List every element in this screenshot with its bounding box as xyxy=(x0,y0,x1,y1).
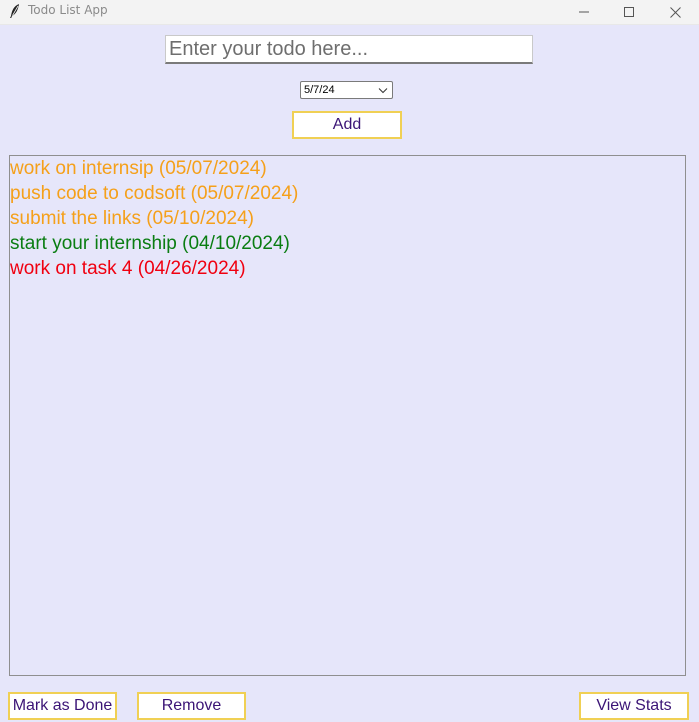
list-item[interactable]: work on task 4 (04/26/2024) xyxy=(10,256,685,281)
minimize-button[interactable] xyxy=(561,0,607,24)
window-title: Todo List App xyxy=(28,3,108,17)
remove-button[interactable]: Remove xyxy=(137,692,246,720)
mark-as-done-button[interactable]: Mark as Done xyxy=(8,692,117,720)
maximize-button[interactable] xyxy=(606,0,652,24)
chevron-down-icon xyxy=(378,88,388,94)
date-picker[interactable]: 5/7/24 xyxy=(300,81,393,99)
add-button[interactable]: Add xyxy=(292,111,402,139)
date-value: 5/7/24 xyxy=(304,84,335,96)
list-item[interactable]: work on internsip (05/07/2024) xyxy=(10,156,685,181)
title-bar: Todo List App xyxy=(0,0,699,25)
todo-items: work on internsip (05/07/2024) push code … xyxy=(10,156,685,281)
todo-input[interactable] xyxy=(165,35,533,64)
list-item[interactable]: start your internship (04/10/2024) xyxy=(10,231,685,256)
close-button[interactable] xyxy=(652,0,698,24)
list-item[interactable]: push code to codsoft (05/07/2024) xyxy=(10,181,685,206)
todo-list[interactable]: work on internsip (05/07/2024) push code … xyxy=(9,155,686,676)
view-stats-button[interactable]: View Stats xyxy=(579,692,689,720)
feather-quill-icon xyxy=(10,4,19,18)
list-item[interactable]: submit the links (05/10/2024) xyxy=(10,206,685,231)
minimize-icon xyxy=(579,11,589,13)
close-icon xyxy=(669,6,681,18)
maximize-icon xyxy=(624,7,634,17)
